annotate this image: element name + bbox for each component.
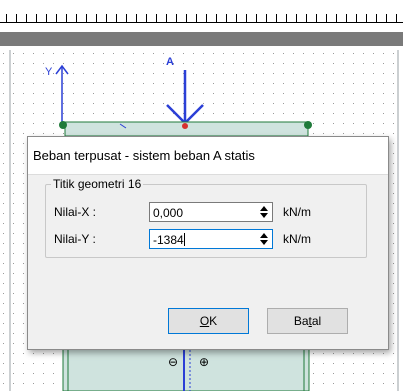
y-spin-down-icon[interactable] xyxy=(260,240,268,245)
x-value-text: 0,000 xyxy=(153,206,184,220)
ok-button[interactable]: OK xyxy=(168,308,249,334)
ruler xyxy=(0,0,403,26)
ruler-baseline xyxy=(0,22,403,23)
sign-plus-icon: ⊕ xyxy=(199,355,209,369)
node-left[interactable] xyxy=(59,121,67,129)
x-spinner[interactable] xyxy=(258,205,270,219)
dialog-titlebar[interactable]: Beban terpusat - sistem beban A statis xyxy=(28,137,388,175)
node-right[interactable] xyxy=(304,121,312,129)
y-unit: kN/m xyxy=(283,232,311,246)
load-label: A xyxy=(166,56,174,68)
x-value-field[interactable]: 0,000 xyxy=(149,202,273,222)
y-value-label: Nilai-Y : xyxy=(54,232,96,246)
x-unit: kN/m xyxy=(283,205,311,219)
x-spin-down-icon[interactable] xyxy=(260,213,268,218)
load-node[interactable] xyxy=(182,123,188,129)
cancel-button[interactable]: Batal xyxy=(267,308,348,334)
y-value-field[interactable]: -1384 xyxy=(149,229,273,249)
x-spin-up-icon[interactable] xyxy=(260,206,268,211)
geometry-point-group: Titik geometri 16 Nilai-X : 0,000 kN/m N… xyxy=(45,177,367,258)
separator-bar xyxy=(0,32,403,46)
ruler-ticks xyxy=(6,14,403,22)
text-caret xyxy=(183,233,185,246)
x-value-label: Nilai-X : xyxy=(54,205,97,219)
y-value-text: -1384 xyxy=(153,233,184,247)
beam-bottom xyxy=(62,345,310,391)
sign-minus-icon: ⊖ xyxy=(168,355,178,369)
y-spin-up-icon[interactable] xyxy=(260,233,268,238)
y-spinner[interactable] xyxy=(258,232,270,246)
y-axis-label: Y xyxy=(45,66,53,78)
dialog-title: Beban terpusat - sistem beban A statis xyxy=(33,148,255,163)
load-dialog: Beban terpusat - sistem beban A statis T… xyxy=(27,136,389,350)
group-title: Titik geometri 16 xyxy=(51,177,144,191)
